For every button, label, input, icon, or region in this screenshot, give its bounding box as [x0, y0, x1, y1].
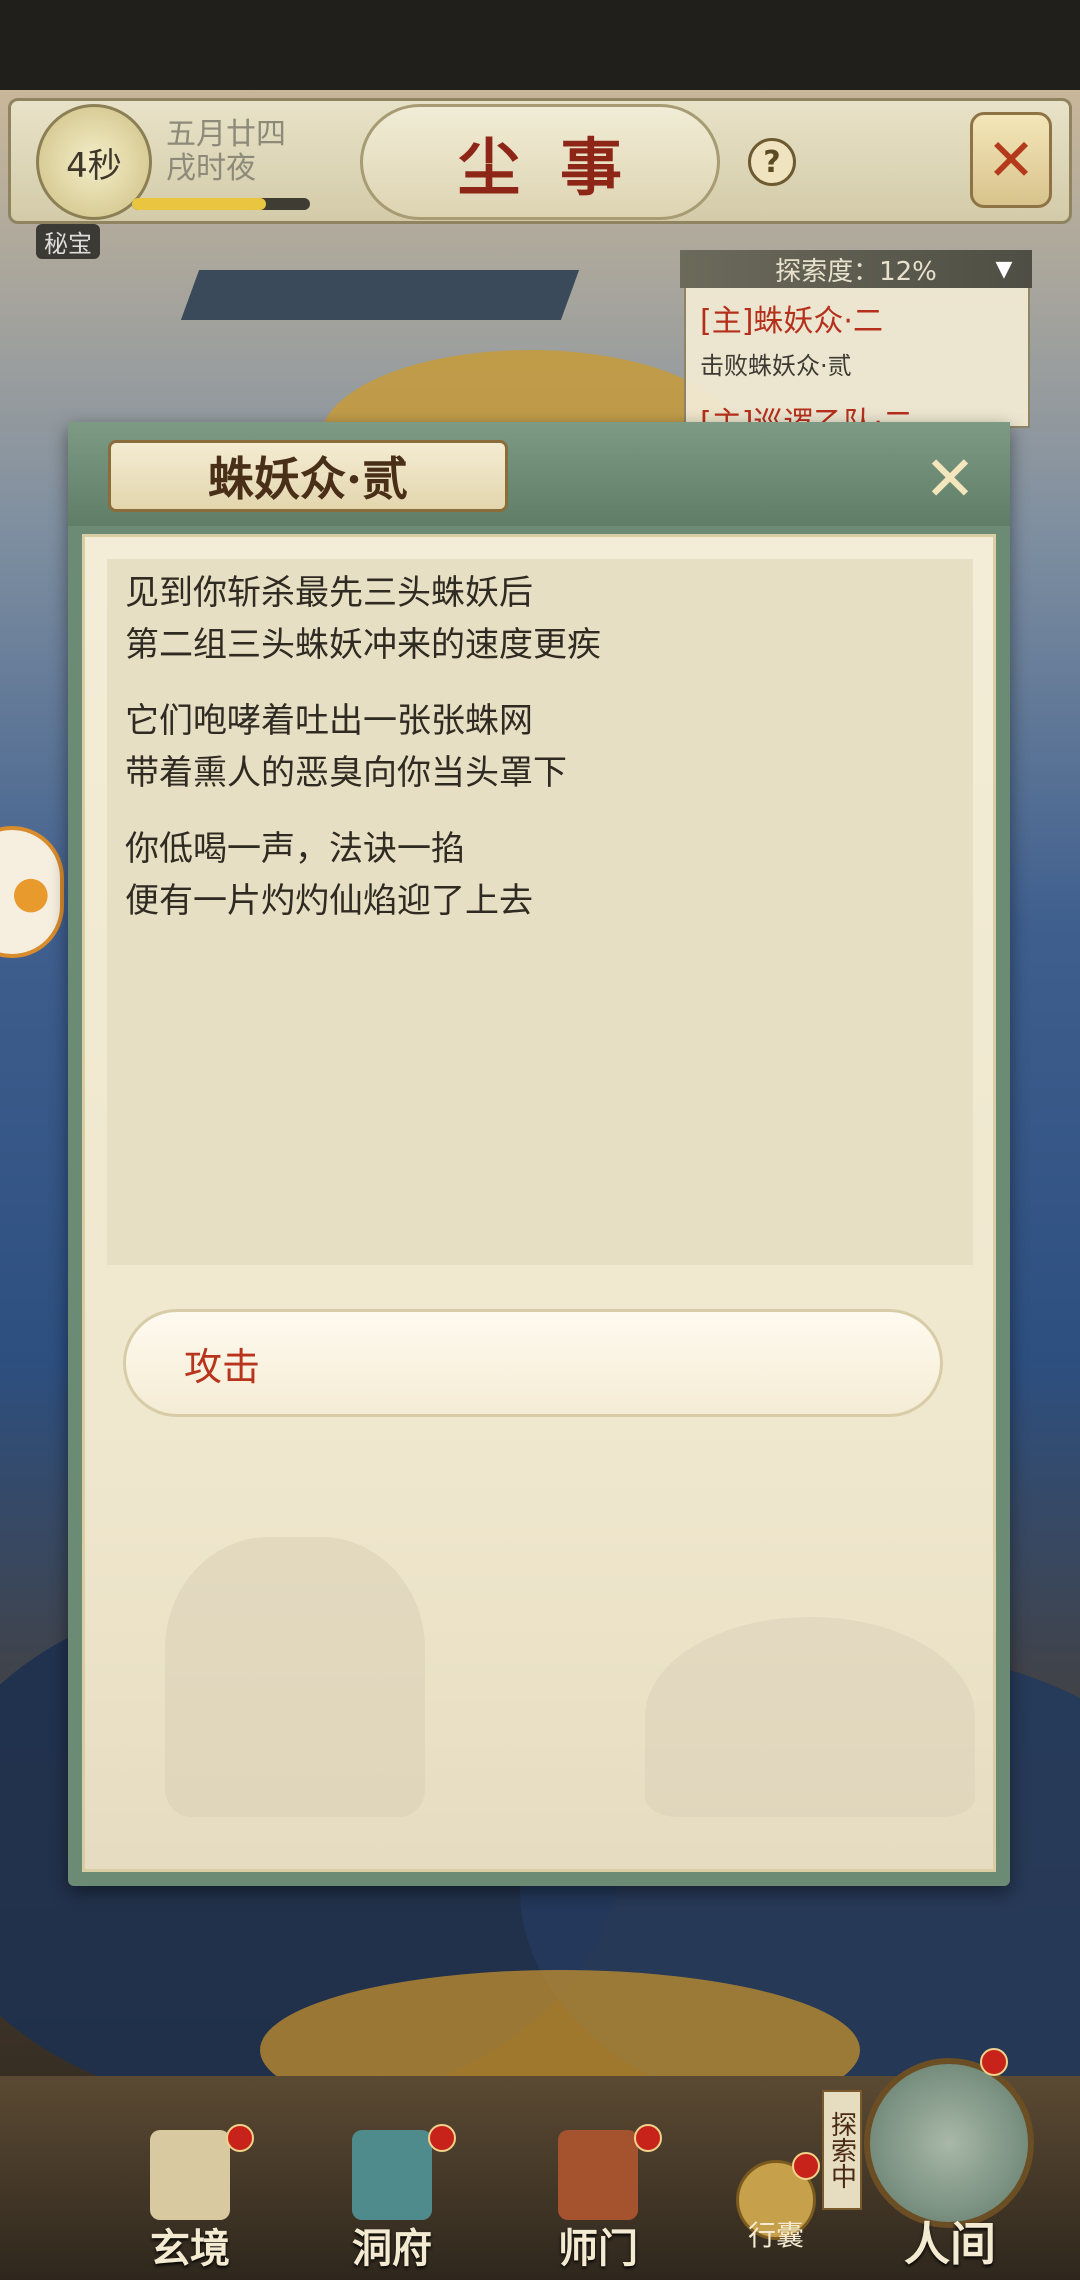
nav-item-dongfu[interactable]: 洞府 — [322, 2120, 462, 2272]
nav-item-bag[interactable]: 行囊 — [716, 2150, 836, 2260]
game-date: 五月廿四 戌时夜 — [166, 118, 286, 186]
story-paragraph: 你低喝一声，法诀一掐 便有一片灼灼仙焰迎了上去 — [125, 823, 533, 927]
notification-dot — [428, 2124, 456, 2152]
realm-label: 人间 — [904, 2217, 996, 2271]
nav-label: 玄境 — [150, 2225, 230, 2272]
temple-roof — [180, 270, 580, 320]
page-title-text: 尘事 — [457, 131, 662, 204]
date-day: 五月廿四 — [166, 117, 286, 152]
scroll-icon — [150, 2130, 230, 2220]
pavilion-icon — [864, 2058, 1034, 2228]
ink-mountain-decoration — [165, 1537, 425, 1817]
story-line: 带着熏人的恶臭向你当头罩下 — [125, 753, 567, 793]
lantern-icon — [352, 2130, 432, 2220]
story-line: 见到你斩杀最先三头蛛妖后 — [125, 573, 533, 613]
quest-subtitle: 击败蛛妖众·贰 — [700, 352, 852, 380]
date-hour: 戌时夜 — [166, 151, 256, 186]
exploring-tag: 探索中 — [822, 2090, 862, 2210]
attack-option-button[interactable]: 攻击 — [123, 1309, 943, 1417]
time-progress-fill — [132, 198, 266, 210]
dialog-title: 蛛妖众·贰 — [108, 440, 508, 512]
nav-item-renjian[interactable]: 人间 — [830, 2048, 1060, 2280]
story-text-box: 见到你斩杀最先三头蛛妖后 第二组三头蛛妖冲来的速度更疾 它们咆哮着吐出一张张蛛网… — [107, 559, 973, 1265]
bag-label: 行囊 — [747, 2219, 804, 2252]
question-icon[interactable]: ? — [748, 138, 796, 186]
notification-dot — [792, 2152, 820, 2180]
nav-label: 师门 — [558, 2225, 638, 2272]
story-line: 第二组三头蛛妖冲来的速度更疾 — [125, 625, 601, 665]
story-line: 你低喝一声，法诀一掐 — [125, 829, 465, 869]
explore-degree: 探索度：12% — [680, 250, 1032, 288]
time-progress-bar — [132, 198, 310, 210]
nav-item-xuanjing[interactable]: 玄境 — [120, 2120, 260, 2272]
story-line: 它们咆哮着吐出一张张蛛网 — [125, 701, 533, 741]
nav-label: 洞府 — [352, 2225, 432, 2272]
story-paragraph: 它们咆哮着吐出一张张蛛网 带着熏人的恶臭向你当头罩下 — [125, 695, 567, 799]
mibao-label[interactable]: 秘宝 — [36, 224, 100, 259]
notification-dot — [226, 2124, 254, 2152]
story-line: 便有一片灼灼仙焰迎了上去 — [125, 881, 533, 921]
quest-title[interactable]: [主]巡逻乙队·二 — [700, 398, 913, 422]
crossed-map-icon[interactable]: ✕ — [970, 112, 1052, 208]
banner-icon — [558, 2130, 638, 2220]
dialog-body: 见到你斩杀最先三头蛛妖后 第二组三头蛛妖冲来的速度更疾 它们咆哮着吐出一张张蛛网… — [82, 534, 996, 1872]
ink-mountain-decoration — [645, 1617, 975, 1817]
page-title: 尘事 — [360, 104, 720, 220]
notification-dot — [980, 2048, 1008, 2076]
nav-item-shimen[interactable]: 师门 — [528, 2120, 668, 2272]
story-paragraph: 见到你斩杀最先三头蛛妖后 第二组三头蛛妖冲来的速度更疾 — [125, 567, 601, 671]
close-icon[interactable]: ✕ — [918, 442, 982, 515]
notification-dot — [634, 2124, 662, 2152]
event-dialog: 蛛妖众·贰 ✕ 见到你斩杀最先三头蛛妖后 第二组三头蛛妖冲来的速度更疾 它们咆哮… — [68, 422, 1010, 1886]
quest-title[interactable]: [主]蛛妖众·二 — [700, 296, 883, 340]
chevron-down-icon[interactable]: ▼ — [984, 250, 1024, 288]
